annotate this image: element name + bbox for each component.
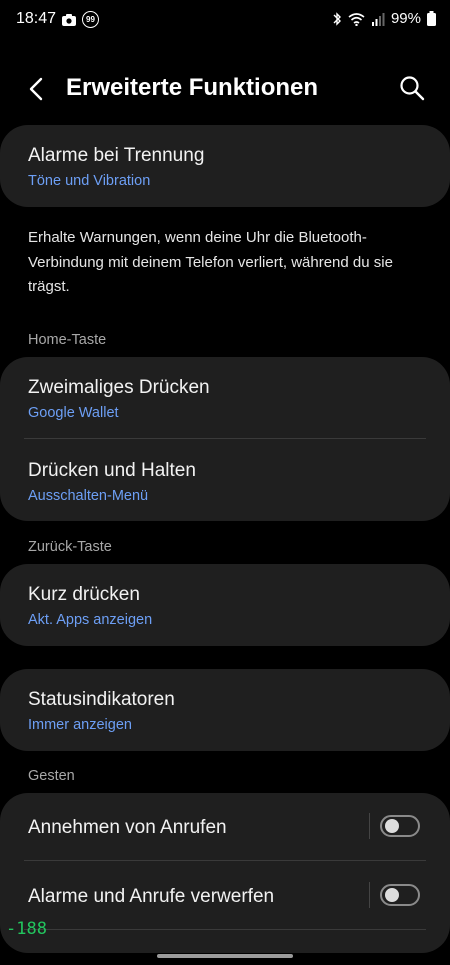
separation-alarm-subtitle: Töne und Vibration: [28, 173, 151, 189]
short-press-subtitle: Akt. Apps anzeigen: [28, 612, 153, 628]
status-indicators-card[interactable]: Statusindikatoren Immer anzeigen: [0, 669, 450, 751]
double-press-subtitle: Google Wallet: [28, 405, 119, 421]
list-item-status-indicators[interactable]: Statusindikatoren Immer anzeigen: [28, 689, 426, 733]
wifi-icon: [348, 12, 365, 26]
notification-count-badge: 99: [82, 11, 99, 28]
battery-icon: [427, 11, 436, 26]
battery-percent: 99%: [390, 10, 421, 27]
answer-calls-title: Annehmen von Anrufen: [28, 817, 227, 838]
status-time: 18:47: [16, 10, 57, 27]
dismiss-alarms-calls-toggle[interactable]: [380, 884, 420, 906]
toggle-separator: [369, 813, 370, 839]
answer-calls-toggle[interactable]: [380, 815, 420, 837]
section-back-key: Zurück-Taste: [28, 539, 112, 555]
short-press-title: Kurz drücken: [28, 584, 140, 605]
gesture-navigation-bar[interactable]: [157, 954, 293, 958]
list-item-dismiss-alarms-calls[interactable]: Alarme und Anrufe verwerfen: [28, 886, 426, 908]
system-icons: 99%: [332, 10, 436, 27]
bluetooth-icon: [333, 11, 341, 26]
separation-alarm-description: Erhalte Warnungen, wenn deine Uhr die Bl…: [28, 229, 393, 295]
list-item-press-and-hold[interactable]: Drücken und Halten Ausschalten-Menü: [28, 460, 426, 504]
press-and-hold-subtitle: Ausschalten-Menü: [28, 488, 149, 504]
cellular-signal-icon: [371, 12, 385, 26]
divider: [24, 438, 426, 439]
double-press-title: Zweimaliges Drücken: [28, 377, 210, 398]
divider: [24, 929, 426, 930]
dismiss-alarms-calls-title: Alarme und Anrufe verwerfen: [28, 886, 275, 907]
toggle-knob: [385, 888, 399, 902]
status-indicators-subtitle: Immer anzeigen: [28, 717, 132, 733]
back-key-card: Kurz drücken Akt. Apps anzeigen: [0, 564, 450, 646]
status-indicators-title: Statusindikatoren: [28, 689, 175, 710]
list-item-short-press[interactable]: Kurz drücken Akt. Apps anzeigen: [28, 584, 426, 628]
notification-icons: 99: [62, 11, 99, 28]
page-title: Erweiterte Funktionen: [66, 74, 319, 101]
camera-icon: [62, 13, 76, 26]
section-home-key: Home-Taste: [28, 332, 107, 348]
toggle-separator: [369, 882, 370, 908]
section-gestures: Gesten: [28, 768, 75, 784]
gestures-card: Annehmen von Anrufen Alarme und Anrufe v…: [0, 793, 450, 953]
press-and-hold-title: Drücken und Halten: [28, 460, 196, 481]
list-item-double-press[interactable]: Zweimaliges Drücken Google Wallet: [28, 377, 426, 421]
home-key-card: Zweimaliges Drücken Google Wallet Drücke…: [0, 357, 450, 521]
back-arrow-icon[interactable]: [24, 74, 52, 104]
toggle-knob: [385, 819, 399, 833]
separation-alarm-card[interactable]: Alarme bei Trennung Töne und Vibration: [0, 125, 450, 207]
debug-overlay-value: -188: [6, 919, 47, 939]
status-bar: 18:47 99 99%: [0, 0, 450, 40]
list-item-answer-calls[interactable]: Annehmen von Anrufen: [28, 817, 426, 839]
search-icon[interactable]: [398, 74, 426, 102]
separation-alarm-title: Alarme bei Trennung: [28, 145, 205, 166]
divider: [24, 860, 426, 861]
app-header: Erweiterte Funktionen: [0, 60, 450, 116]
separation-alarm-item[interactable]: Alarme bei Trennung Töne und Vibration: [28, 145, 426, 189]
